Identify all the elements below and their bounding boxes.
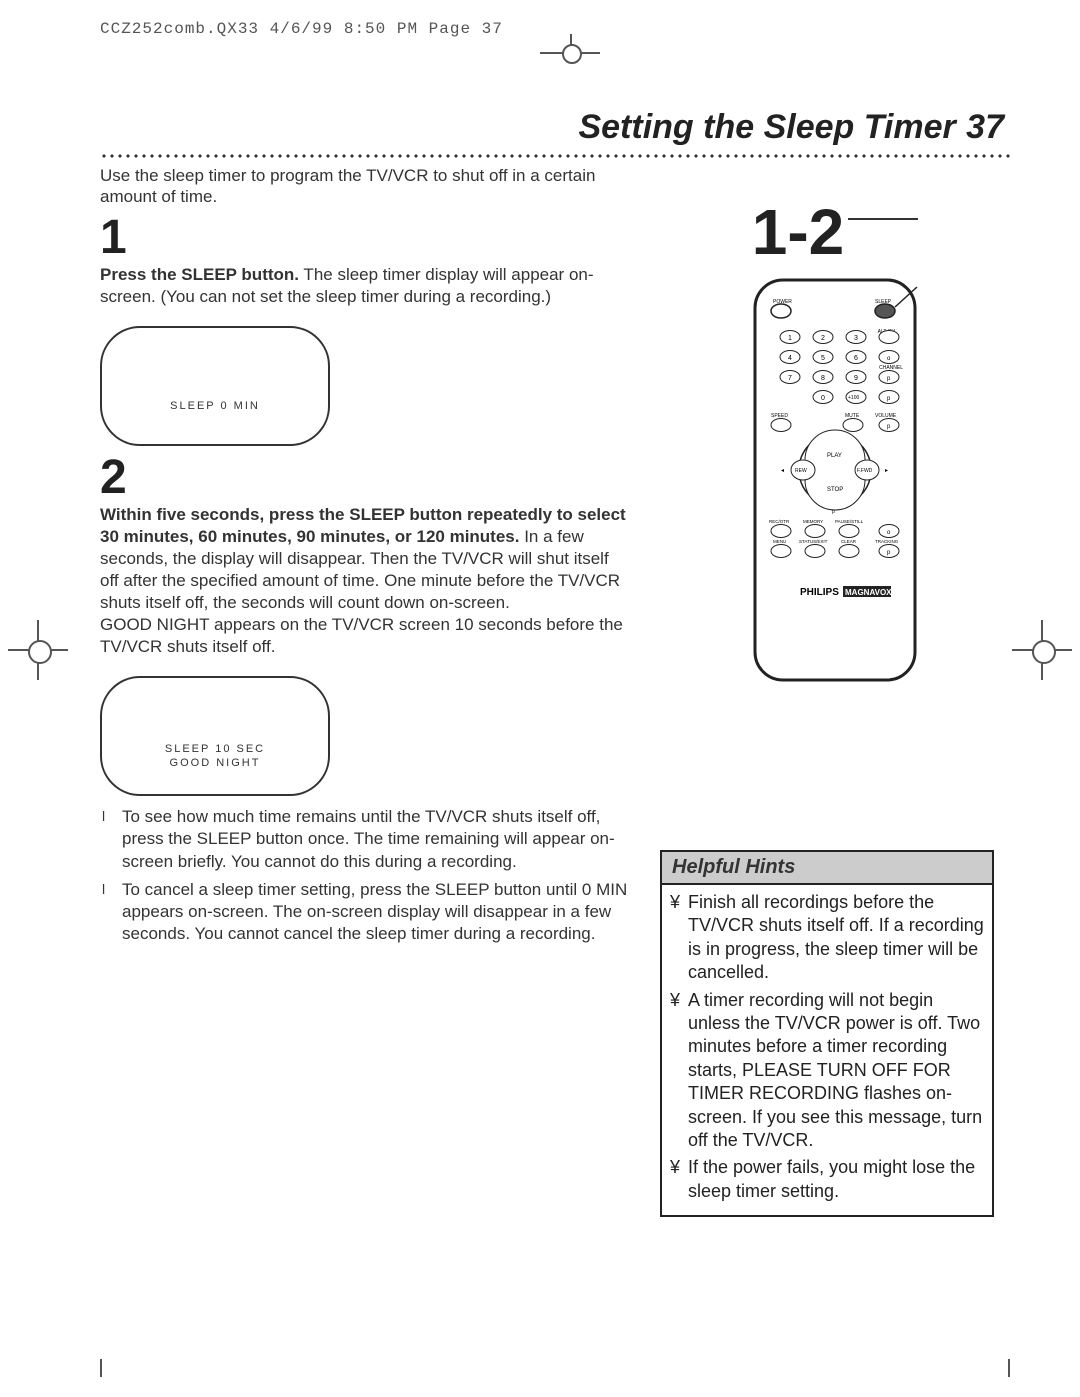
svg-text:3: 3 (854, 335, 858, 342)
svg-text:◂: ◂ (781, 468, 784, 474)
bullet-item: To see how much time remains until the T… (100, 806, 630, 872)
mute-button[interactable] (843, 419, 863, 432)
tv1-line1: SLEEP 0 MIN (170, 400, 260, 412)
tv2-line2: GOOD NIGHT (170, 757, 261, 769)
svg-text:PLAY: PLAY (827, 453, 842, 459)
step-1-text: Press the SLEEP button. The sleep timer … (100, 264, 630, 308)
pause-still-button[interactable] (839, 525, 859, 538)
svg-text:+100: +100 (848, 395, 859, 401)
helpful-hints-title: Helpful Hints (662, 852, 992, 885)
altch-button[interactable] (879, 331, 899, 344)
svg-text:REC/OTR: REC/OTR (769, 519, 790, 524)
svg-text:9: 9 (854, 375, 858, 382)
svg-text:MEMORY: MEMORY (803, 519, 823, 524)
clear-button[interactable] (839, 545, 859, 558)
intro-text: Use the sleep timer to program the TV/VC… (100, 165, 630, 208)
svg-text:CHANNEL: CHANNEL (879, 365, 903, 371)
hint-item: Finish all recordings before the TV/VCR … (670, 891, 984, 985)
page-number: 37 (966, 108, 1004, 146)
status-exit-button[interactable] (805, 545, 825, 558)
svg-text:2: 2 (821, 335, 825, 342)
svg-text:REW: REW (795, 468, 807, 474)
svg-text:5: 5 (821, 355, 825, 362)
svg-text:F.FWD: F.FWD (857, 468, 873, 474)
tv2-line1: SLEEP 10 SEC (165, 743, 265, 755)
diagram-step-range: 1-2 (660, 195, 1010, 269)
svg-text:VOLUME: VOLUME (875, 413, 897, 419)
speed-button[interactable] (771, 419, 791, 432)
step-2-text: Within five seconds, press the SLEEP but… (100, 504, 630, 659)
instructions-column: Use the sleep timer to program the TV/VC… (100, 165, 630, 1217)
svg-text:4: 4 (788, 355, 792, 362)
svg-text:STATUS/EXIT: STATUS/EXIT (799, 539, 828, 544)
svg-text:7: 7 (788, 375, 792, 382)
step-2-extra: GOOD NIGHT appears on the TV/VCR screen … (100, 614, 630, 658)
step-number-2: 2 (100, 454, 630, 502)
svg-text:6: 6 (854, 355, 858, 362)
remote-control-illustration: POWER SLEEP 1 2 (745, 275, 925, 690)
step-number-1: 1 (100, 214, 630, 262)
page-title: Setting the Sleep Timer (578, 108, 955, 146)
tv-screen-2: SLEEP 10 SEC GOOD NIGHT (100, 676, 330, 796)
crop-mark-right-icon (1012, 620, 1072, 680)
svg-text:STOP: STOP (827, 487, 843, 493)
title-row: Setting the Sleep Timer 37 (100, 108, 1010, 147)
crop-mark-top-icon (540, 34, 600, 64)
menu-button[interactable] (771, 545, 791, 558)
svg-text:0: 0 (821, 395, 825, 402)
manual-page: CCZ252comb.QX33 4/6/99 8:50 PM Page 37 S… (0, 0, 1080, 1397)
brand2-label: MAGNAVOX (845, 588, 892, 597)
svg-text:PAUSE/STILL: PAUSE/STILL (835, 519, 864, 524)
helpful-hints-box: Helpful Hints Finish all recordings befo… (660, 850, 994, 1217)
hint-item: If the power fails, you might lose the s… (670, 1156, 984, 1203)
hint-item: A timer recording will not begin unless … (670, 989, 984, 1153)
step-1-bold: Press the SLEEP button. (100, 265, 299, 284)
bullet-item: To cancel a sleep timer setting, press t… (100, 879, 630, 945)
svg-text:MENU: MENU (773, 539, 786, 544)
svg-text:TRACKING: TRACKING (875, 539, 899, 544)
svg-text:8: 8 (821, 375, 825, 382)
tv-screen-1: SLEEP 0 MIN (100, 326, 330, 446)
svg-text:CLEAR: CLEAR (841, 539, 857, 544)
svg-text:1: 1 (788, 335, 792, 342)
helpful-hints-list: Finish all recordings before the TV/VCR … (662, 885, 992, 1215)
crop-mark-left-icon (8, 620, 68, 680)
crop-header: CCZ252comb.QX33 4/6/99 8:50 PM Page 37 (100, 20, 1010, 38)
diagram-column: 1-2 POWER SLEEP (660, 165, 1010, 1217)
svg-text:p: p (832, 509, 835, 515)
svg-text:▸: ▸ (885, 468, 888, 474)
sleep-button[interactable] (875, 304, 895, 318)
power-button[interactable] (771, 304, 791, 318)
brand-label: PHILIPS (800, 587, 839, 598)
dotted-rule (100, 153, 1010, 159)
rec-otr-button[interactable] (771, 525, 791, 538)
leader-line-icon (848, 218, 918, 220)
bullet-list: To see how much time remains until the T… (100, 806, 630, 945)
crop-mark-bottom-right-icon (1008, 1359, 1010, 1377)
memory-button[interactable] (805, 525, 825, 538)
crop-mark-bottom-left-icon (100, 1359, 102, 1377)
